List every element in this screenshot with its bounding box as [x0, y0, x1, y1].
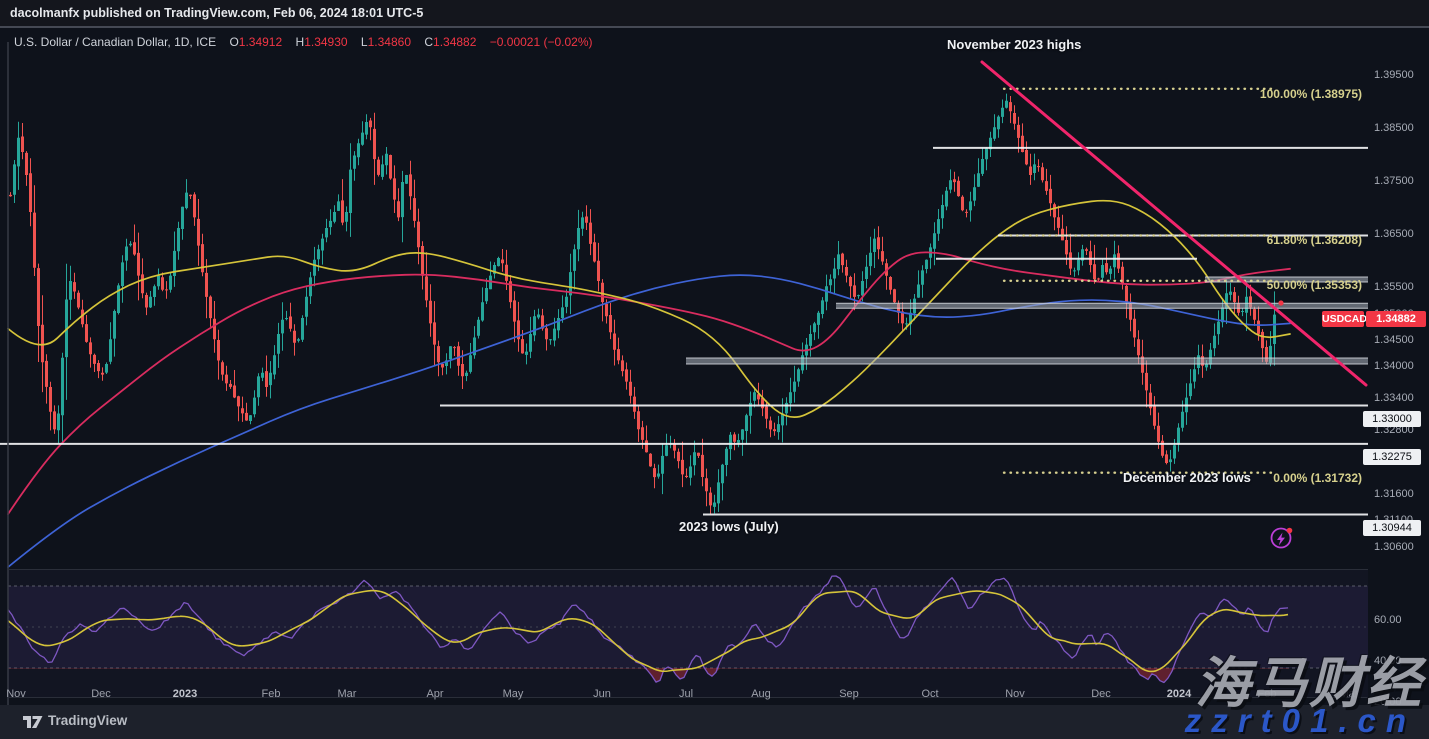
price-axis-label: 1.39500 [1374, 69, 1414, 81]
time-axis-month-label: Apr [413, 688, 457, 700]
price-axis-label: 1.33400 [1374, 392, 1414, 404]
fib-level-label: 50.00% (1.35353) [1267, 278, 1362, 292]
close-value: 1.34882 [433, 35, 476, 49]
chart-container[interactable]: U.S. Dollar / Canadian Dollar, 1D, ICE O… [0, 28, 1429, 705]
price-axis-label: 1.34500 [1374, 334, 1414, 346]
symbol-header: U.S. Dollar / Canadian Dollar, 1D, ICE O… [14, 35, 593, 49]
time-axis-month-label: Mar [1327, 688, 1371, 700]
time-axis-month-label: May [491, 688, 535, 700]
time-axis-month-label: Feb [1245, 688, 1289, 700]
annotation-november-2023-highs: November 2023 highs [947, 37, 1081, 52]
time-axis-month-label: Dec [79, 688, 123, 700]
fib-level-label: 0.00% (1.31732) [1273, 471, 1362, 485]
time-axis-month-label: Nov [993, 688, 1037, 700]
ticker-last-price: 1.34882 [1366, 311, 1426, 327]
publish-info-text: dacolmanfx published on TradingView.com,… [10, 6, 423, 20]
price-axis-label: 1.34000 [1374, 360, 1414, 372]
high-label: H [296, 35, 305, 49]
footer-bar: TradingView [0, 705, 1429, 739]
price-axis-label: 1.36500 [1374, 228, 1414, 240]
time-axis-year-label: 2023 [163, 688, 207, 700]
lightning-glyph [1277, 533, 1285, 546]
open-label: O [229, 35, 238, 49]
price-level-boxed-label: 1.32275 [1363, 449, 1421, 465]
annotation-december-2023-lows: December 2023 lows [1123, 470, 1251, 485]
time-axis-month-label: Jun [580, 688, 624, 700]
low-label: L [361, 35, 368, 49]
price-level-boxed-label: 1.33000 [1363, 411, 1421, 427]
tradingview-published-chart: dacolmanfx published on TradingView.com,… [0, 0, 1429, 739]
time-axis-month-label: Sep [827, 688, 871, 700]
publish-info-bar: dacolmanfx published on TradingView.com,… [0, 0, 1429, 28]
price-axis-label: 1.38500 [1374, 122, 1414, 134]
price-level-boxed-label: 1.30944 [1363, 520, 1421, 536]
time-axis-month-label: Aug [739, 688, 783, 700]
candlestick-chart-svg[interactable] [0, 28, 1429, 739]
annotation-2023-lows-july: 2023 lows (July) [679, 519, 779, 534]
indicator-axis-label: 60.00 [1374, 614, 1402, 626]
fib-level-label: 100.00% (1.38975) [1260, 87, 1362, 101]
price-axis-label: 1.30600 [1374, 541, 1414, 553]
price-axis-label: 1.37500 [1374, 175, 1414, 187]
time-axis-month-label: Feb [249, 688, 293, 700]
fib-level-label: 61.80% (1.36208) [1267, 233, 1362, 247]
high-value: 1.34930 [304, 35, 347, 49]
time-axis-month-label: Jul [664, 688, 708, 700]
price-axis-label: 1.35500 [1374, 281, 1414, 293]
time-axis-month-label: Dec [1079, 688, 1123, 700]
change-value: −0.00021 (−0.02%) [490, 35, 593, 49]
tradingview-wordmark[interactable]: TradingView [48, 713, 127, 728]
ticker-symbol-tag: USDCAD [1322, 311, 1364, 327]
indicator-axis-label: 40.00 [1374, 655, 1402, 667]
close-label: C [424, 35, 433, 49]
time-axis-month-label: Mar [325, 688, 369, 700]
flash-reactions-icon[interactable] [1267, 524, 1299, 556]
time-axis-month-label: Oct [908, 688, 952, 700]
low-value: 1.34860 [368, 35, 411, 49]
tradingview-logo-icon[interactable] [23, 714, 43, 730]
time-axis-month-label: Nov [0, 688, 38, 700]
time-axis-year-label: 2024 [1157, 688, 1201, 700]
symbol-title[interactable]: U.S. Dollar / Canadian Dollar, 1D, ICE [14, 35, 216, 49]
price-axis-label: 1.31600 [1374, 488, 1414, 500]
notification-dot [1287, 528, 1293, 534]
open-value: 1.34912 [239, 35, 282, 49]
